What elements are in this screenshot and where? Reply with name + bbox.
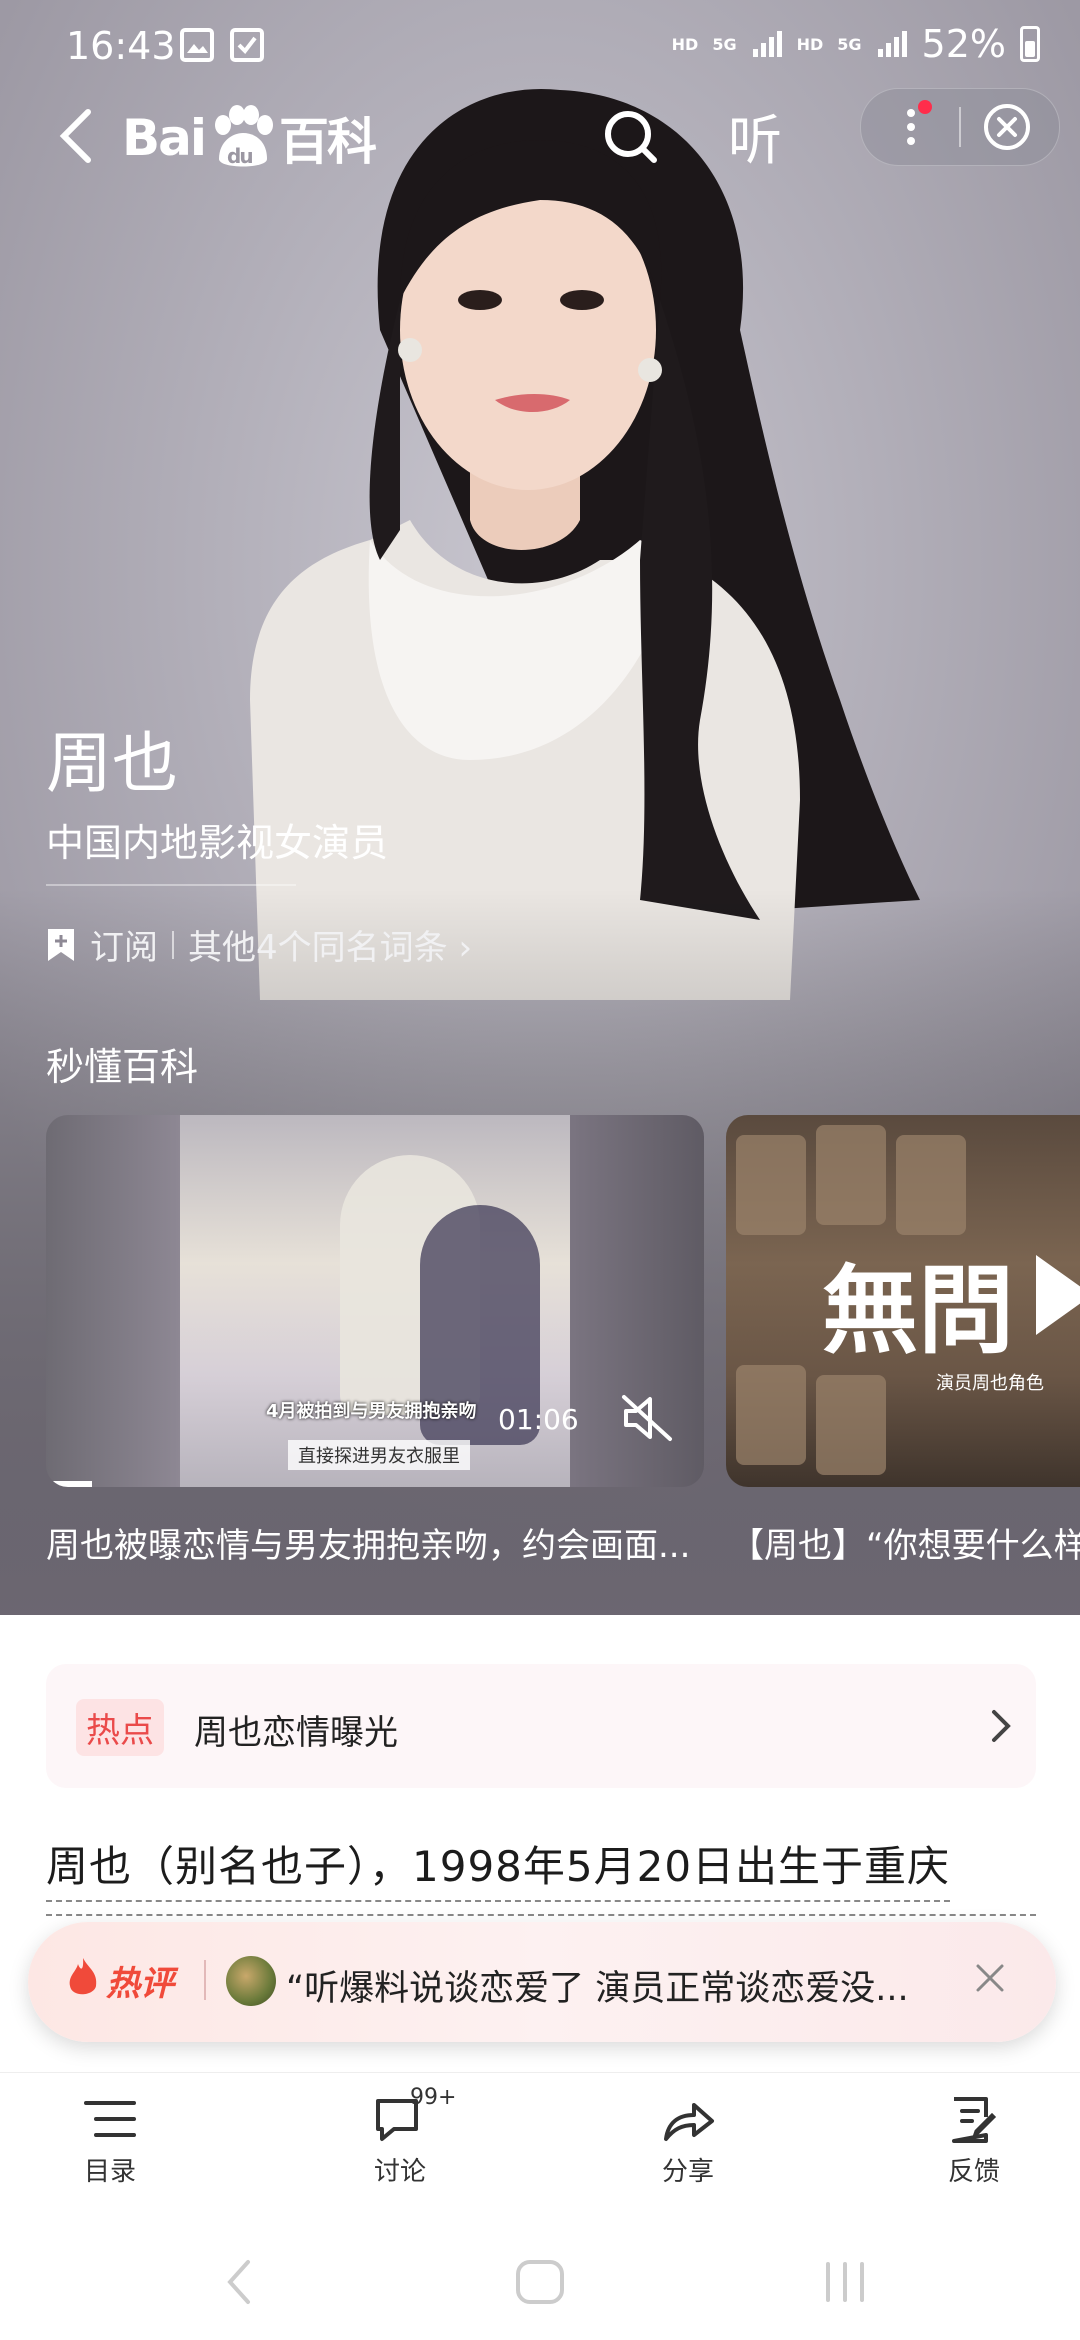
signal-icon xyxy=(752,31,782,57)
thumbnail-photo xyxy=(816,1125,886,1225)
discuss-button[interactable]: 99+ 讨论 xyxy=(330,2085,470,2188)
network-label: 5G xyxy=(712,34,737,54)
notification-dot xyxy=(918,100,932,114)
share-label: 分享 xyxy=(661,2157,714,2187)
listen-button[interactable]: 听 xyxy=(728,96,782,175)
feedback-label: 反馈 xyxy=(947,2157,1000,2187)
search-icon[interactable] xyxy=(596,96,666,176)
video-progress xyxy=(46,1481,93,1487)
hero-banner: 16:43 HD 5G HD 5G 52% Bai du 百科 听 周也 中国内… xyxy=(0,0,1080,1615)
logo-text-bai: Bai xyxy=(122,109,207,167)
same-name-entries-link[interactable]: 其他4个同名词条 › xyxy=(188,920,472,969)
feedback-icon xyxy=(952,2097,997,2143)
list-icon xyxy=(84,2101,136,2137)
thumbnail-photo xyxy=(896,1135,966,1235)
thumbnail-photo xyxy=(816,1375,886,1475)
toc-button[interactable]: 目录 xyxy=(40,2095,180,2188)
bottom-toolbar: 目录 99+ 讨论 分享 反馈 xyxy=(0,2072,1080,2233)
hot-comment-bar[interactable]: 热评 “听爆料说谈恋爱了 演员正常谈恋爱没... xyxy=(28,1922,1056,2042)
hot-tag: 热点 xyxy=(76,1699,164,1756)
nav-recents-icon[interactable] xyxy=(820,2252,870,2312)
divider xyxy=(204,1960,206,2000)
logo-du: du xyxy=(227,144,252,168)
play-icon xyxy=(1036,1255,1080,1335)
vertical-divider xyxy=(172,930,174,959)
video-card[interactable]: 無問 演员周也角色 xyxy=(726,1115,1080,1487)
video-duration: 01:06 xyxy=(498,1403,579,1436)
video-title[interactable]: 周也被曝恋情与男友拥抱亲吻，约会画面... xyxy=(46,1518,690,1567)
gallery-icon xyxy=(180,28,214,62)
toc-label: 目录 xyxy=(83,2157,136,2187)
mini-program-capsule xyxy=(860,88,1060,166)
discuss-count-badge: 99+ xyxy=(410,2085,457,2110)
baidu-baike-logo: Bai du 百科 xyxy=(122,98,377,178)
share-button[interactable]: 分享 xyxy=(618,2095,758,2188)
status-indicators: HD 5G HD 5G 52% xyxy=(672,22,1040,66)
nav-back-icon[interactable] xyxy=(220,2252,260,2312)
video-caption: 直接探进男友衣服里 xyxy=(288,1440,470,1470)
hot-topic-text: 周也恋情曝光 xyxy=(194,1713,398,1753)
mute-icon[interactable] xyxy=(620,1393,674,1443)
close-icon[interactable] xyxy=(972,1960,1008,1996)
summary-line xyxy=(46,1914,1036,1920)
summary-text[interactable]: 周也（别名也子），1998年5月20日出生于重庆 xyxy=(46,1833,951,1902)
battery-icon xyxy=(1020,26,1040,62)
check-icon xyxy=(230,28,264,62)
status-bar: 16:43 HD 5G HD 5G 52% xyxy=(0,0,1080,90)
divider xyxy=(46,884,296,886)
feedback-button[interactable]: 反馈 xyxy=(904,2095,1044,2188)
capsule-divider xyxy=(959,107,961,147)
avatar xyxy=(226,1956,276,2006)
share-icon xyxy=(664,2103,714,2141)
system-nav-bar xyxy=(0,2232,1080,2340)
status-notification-icons xyxy=(180,28,264,62)
battery-percent: 52% xyxy=(921,22,1006,66)
thumbnail-photo xyxy=(736,1365,806,1465)
back-icon[interactable] xyxy=(48,96,118,176)
hot-comment-text: “听爆料说谈恋爱了 演员正常谈恋爱没... xyxy=(286,1969,909,2009)
thumbnail-photo xyxy=(736,1135,806,1235)
entry-description: 中国内地影视女演员 xyxy=(46,821,389,865)
chevron-right-icon xyxy=(992,1710,1011,1742)
network-label-2: 5G xyxy=(837,34,862,54)
hd-label: HD xyxy=(671,34,699,54)
more-icon[interactable] xyxy=(881,97,941,157)
entry-title: 周也 xyxy=(46,725,178,802)
video-overlay-subtitle: 演员周也角色 xyxy=(936,1373,1044,1394)
hot-comment-label: 热评 xyxy=(106,1964,174,2004)
section-title: 秒懂百科 xyxy=(46,1045,199,1089)
signal-icon-2 xyxy=(877,31,907,57)
baidu-paw-icon: du xyxy=(215,105,273,168)
video-overlay-title: 無問 xyxy=(822,1254,1014,1367)
hd-label-2: HD xyxy=(796,34,824,54)
nav-home-icon[interactable] xyxy=(510,2252,570,2312)
logo-text-baike: 百科 xyxy=(279,113,377,171)
entry-actions: 订阅 其他4个同名词条 › xyxy=(46,920,472,969)
top-nav: Bai du 百科 听 xyxy=(0,80,1080,190)
hot-topic-banner[interactable]: 热点 周也恋情曝光 xyxy=(46,1664,1036,1788)
discuss-label: 讨论 xyxy=(373,2157,426,2187)
video-caption: 4月被拍到与男友拥抱亲吻 xyxy=(266,1401,477,1422)
close-circle-icon[interactable] xyxy=(979,99,1035,155)
video-card[interactable]: 4月被拍到与男友拥抱亲吻 直接探进男友衣服里 01:06 xyxy=(46,1115,704,1487)
flame-icon xyxy=(69,1958,97,1995)
bookmark-icon[interactable] xyxy=(46,927,76,963)
video-title[interactable]: 【周也】“你想要什么样 xyxy=(730,1518,1080,1567)
subscribe-button[interactable]: 订阅 xyxy=(90,920,158,969)
status-time: 16:43 xyxy=(66,24,176,68)
